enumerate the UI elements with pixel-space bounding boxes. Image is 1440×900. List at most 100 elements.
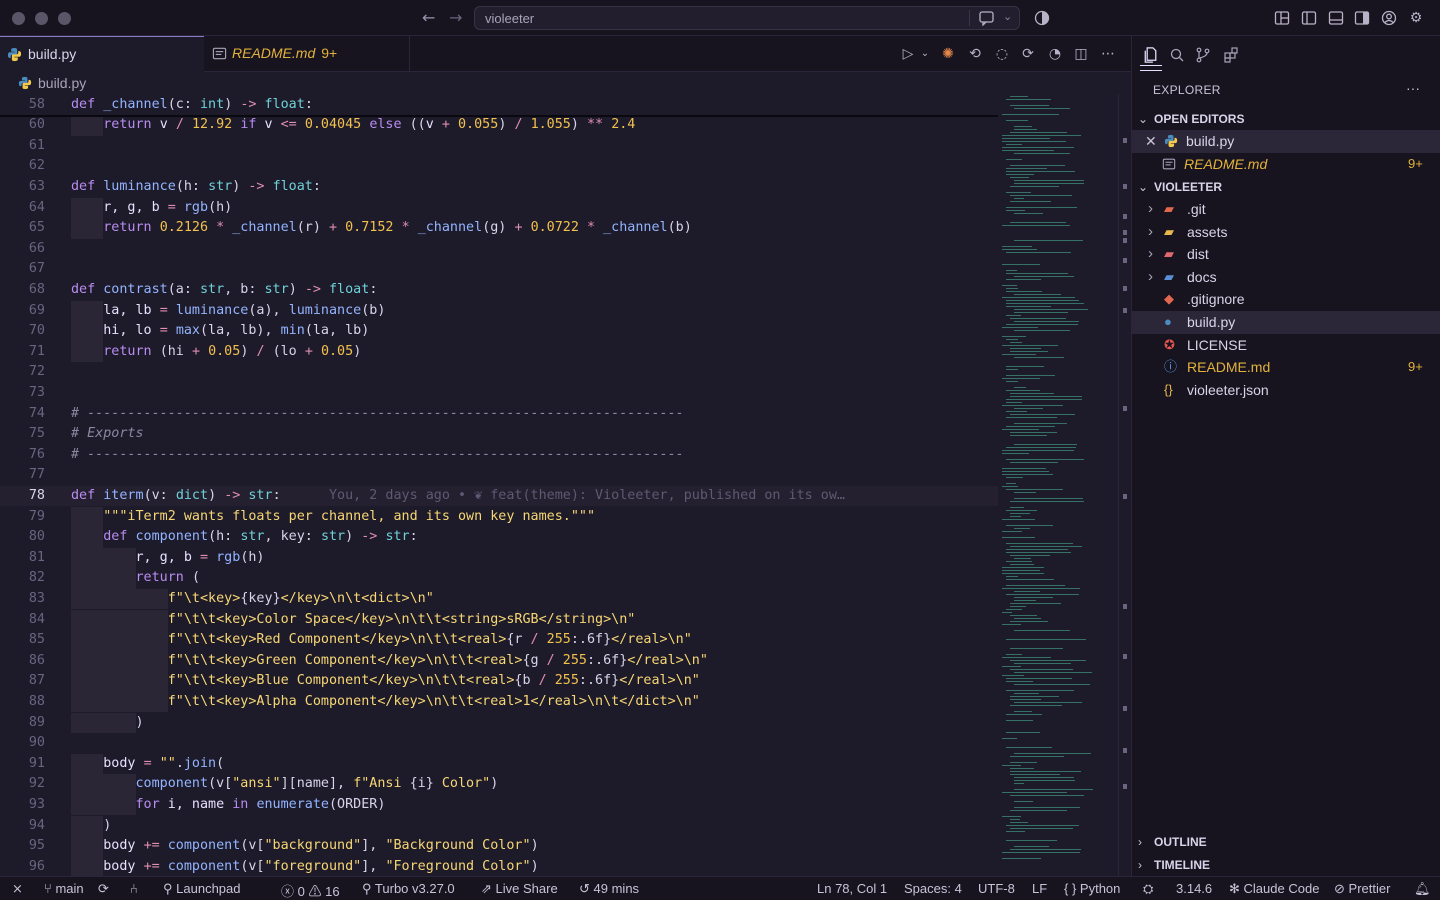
- bell-icon[interactable]: 🔔︎: [1414, 881, 1431, 897]
- chevron-right-icon[interactable]: ›: [1148, 221, 1153, 244]
- open-editors-header[interactable]: ⌄ OPEN EDITORS: [1138, 112, 1244, 126]
- sync-icon[interactable]: ⟳: [98, 881, 109, 897]
- tree-item-readme-md[interactable]: ⓘ README.md 9+: [1132, 356, 1440, 379]
- gear-icon[interactable]: ⚙: [1406, 8, 1426, 28]
- chevron-right-icon[interactable]: ›: [1148, 243, 1153, 266]
- code-line[interactable]: 82 return (: [0, 568, 998, 589]
- toggle-primary-sidebar-icon[interactable]: [1301, 10, 1317, 26]
- cursor-position[interactable]: Ln 78, Col 1: [817, 881, 887, 896]
- code-line[interactable]: 78 def iterm(v: dict) -> str: You, 2 days…: [0, 485, 998, 507]
- claude-icon[interactable]: ✺: [938, 44, 958, 64]
- code-line[interactable]: 80 def component(h: str, key: str) -> st…: [0, 527, 998, 548]
- tree-item-violeeter-json[interactable]: {} violeeter.json: [1132, 379, 1440, 402]
- branch-indicator[interactable]: ⑂ main: [44, 881, 84, 896]
- chevron-down-icon[interactable]: ⌄: [915, 44, 935, 64]
- outline-header[interactable]: › OUTLINE: [1138, 835, 1207, 849]
- chevron-down-icon[interactable]: ⌄: [1003, 10, 1012, 23]
- tab-readme-md[interactable]: README.md 9+: [204, 36, 410, 72]
- zoom-window-button[interactable]: [58, 12, 71, 25]
- code-line[interactable]: 90: [0, 733, 998, 754]
- close-window-button[interactable]: [12, 12, 25, 25]
- tab-build-py[interactable]: build.py: [0, 36, 204, 72]
- go-back-change-icon[interactable]: ⟲: [965, 44, 985, 64]
- customize-layout-icon[interactable]: [1274, 10, 1290, 26]
- code-line[interactable]: 64 r, g, b = rgb(h): [0, 197, 998, 218]
- tree-item-dist[interactable]: › ▰ dist: [1132, 243, 1440, 266]
- language-mode[interactable]: { } Python: [1064, 881, 1120, 896]
- turbo-item[interactable]: ⚲ Turbo v3.27.0: [362, 881, 455, 897]
- problems-indicator[interactable]: ⓧ 0 ⚠ 16: [281, 881, 340, 900]
- code-editor[interactable]: 58 def _channel(c: int) -> float: 60 retur…: [0, 94, 1131, 876]
- toggle-secondary-sidebar-icon[interactable]: [1354, 10, 1370, 26]
- extensions-icon[interactable]: [1220, 44, 1242, 66]
- explorer-files-icon[interactable]: [1140, 44, 1162, 66]
- code-line[interactable]: 86 f"\t\t<key>Green Component</key>\n\t\…: [0, 650, 998, 672]
- timeline-icon[interactable]: ◔: [1045, 44, 1065, 64]
- split-editor-icon[interactable]: ◫: [1071, 44, 1091, 64]
- code-line[interactable]: 72: [0, 362, 998, 383]
- code-line[interactable]: 61: [0, 136, 998, 157]
- code-line[interactable]: 74 # ------------------------------------…: [0, 404, 998, 425]
- back-arrow-icon[interactable]: ←: [422, 8, 435, 27]
- open-changes-icon[interactable]: ◌: [992, 44, 1012, 64]
- tree-item-git[interactable]: › ▰ .git: [1132, 198, 1440, 221]
- code-line[interactable]: 85 f"\t\t<key>Red Component</key>\n\t\t<…: [0, 630, 998, 651]
- code-line[interactable]: 67: [0, 259, 998, 280]
- code-line[interactable]: 83 f"\t<key>{key}</key>\n\t<dict>\n": [0, 588, 998, 610]
- code-line[interactable]: 91 body = "".join(: [0, 753, 998, 775]
- indentation-setting[interactable]: Spaces: 4: [904, 881, 962, 896]
- code-line[interactable]: 95 body += component(v["background"], "B…: [0, 836, 998, 857]
- open-editor-build-py[interactable]: ✕ build.py: [1132, 130, 1440, 153]
- code-line[interactable]: 69 la, lb = luminance(a), luminance(b): [0, 300, 998, 321]
- code-line[interactable]: 79 """iTerm2 wants floats per channel, a…: [0, 506, 998, 527]
- forward-arrow-icon[interactable]: →: [449, 8, 462, 27]
- code-line[interactable]: 93 for i, name in enumerate(ORDER): [0, 794, 998, 816]
- minimize-window-button[interactable]: [35, 12, 48, 25]
- claude-code-item[interactable]: ✻ Claude Code: [1229, 881, 1319, 897]
- toggle-panel-icon[interactable]: [1328, 10, 1344, 26]
- code-line[interactable]: 73: [0, 383, 998, 404]
- code-line[interactable]: 75 # Exports: [0, 424, 998, 445]
- code-line[interactable]: 92 component(v["ansi"][name], f"Ansi {i}…: [0, 774, 998, 795]
- project-folder-header[interactable]: ⌄ VIOLEETER: [1138, 180, 1222, 194]
- live-share-item[interactable]: ⇗ Live Share: [481, 881, 558, 897]
- copilot-chat-icon[interactable]: [978, 10, 996, 26]
- copilot-icon[interactable]: [1034, 10, 1050, 26]
- code-line[interactable]: 62: [0, 156, 998, 177]
- more-actions-icon[interactable]: ⋯: [1098, 44, 1118, 64]
- code-line[interactable]: 60 return v / 12.92 if v <= 0.04045 else…: [0, 115, 998, 136]
- tree-item-license[interactable]: ✪ LICENSE: [1132, 334, 1440, 357]
- chevron-right-icon[interactable]: ›: [1148, 266, 1153, 289]
- code-line[interactable]: 68 def contrast(a: str, b: str) -> float:: [0, 280, 998, 301]
- code-line[interactable]: 84 f"\t\t<key>Color Space</key>\n\t\t<st…: [0, 609, 998, 630]
- git-graph-icon[interactable]: ⑃: [130, 881, 138, 896]
- chevron-right-icon[interactable]: ›: [1148, 198, 1153, 221]
- tree-item-gitignore[interactable]: ◆ .gitignore: [1132, 288, 1440, 311]
- breadcrumb[interactable]: build.py: [0, 72, 1131, 94]
- code-area[interactable]: 58 def _channel(c: int) -> float: 60 retur…: [0, 94, 998, 876]
- code-line[interactable]: 96 body += component(v["foreground"], "F…: [0, 856, 998, 876]
- minimap[interactable]: [998, 94, 1118, 876]
- open-editor-readme-md[interactable]: README.md 9+: [1132, 153, 1440, 176]
- sticky-scroll-line[interactable]: 58 def _channel(c: int) -> float:: [0, 95, 998, 116]
- code-line[interactable]: 88 f"\t\t<key>Alpha Component</key>\n\t\…: [0, 691, 998, 713]
- python-version[interactable]: 3.14.6: [1176, 881, 1212, 896]
- editor-scrollbar[interactable]: [1118, 94, 1131, 876]
- code-line[interactable]: 89 ): [0, 712, 998, 733]
- code-line[interactable]: 87 f"\t\t<key>Blue Component</key>\n\t\t…: [0, 671, 998, 692]
- tree-item-assets[interactable]: › ▰ assets: [1132, 221, 1440, 244]
- encoding-setting[interactable]: UTF-8: [978, 881, 1015, 896]
- go-forward-change-icon[interactable]: ⟳: [1018, 44, 1038, 64]
- remote-icon[interactable]: ⨯: [12, 881, 23, 897]
- code-line[interactable]: 81 r, g, b = rgb(h): [0, 547, 998, 569]
- code-line[interactable]: 65 return 0.2126 * _channel(r) + 0.7152 …: [0, 218, 998, 239]
- code-line[interactable]: 66: [0, 239, 998, 260]
- code-line[interactable]: 71 return (hi + 0.05) / (lo + 0.05): [0, 341, 998, 363]
- eol-setting[interactable]: LF: [1032, 881, 1047, 896]
- code-line[interactable]: 63 def luminance(h: str) -> float:: [0, 177, 998, 198]
- timeline-header[interactable]: › TIMELINE: [1138, 858, 1210, 872]
- search-icon[interactable]: [1166, 44, 1188, 66]
- time-tracker-item[interactable]: ↺ 49 mins: [579, 881, 639, 897]
- code-line[interactable]: 76 # ------------------------------------…: [0, 445, 998, 466]
- close-icon[interactable]: ✕: [1145, 130, 1157, 153]
